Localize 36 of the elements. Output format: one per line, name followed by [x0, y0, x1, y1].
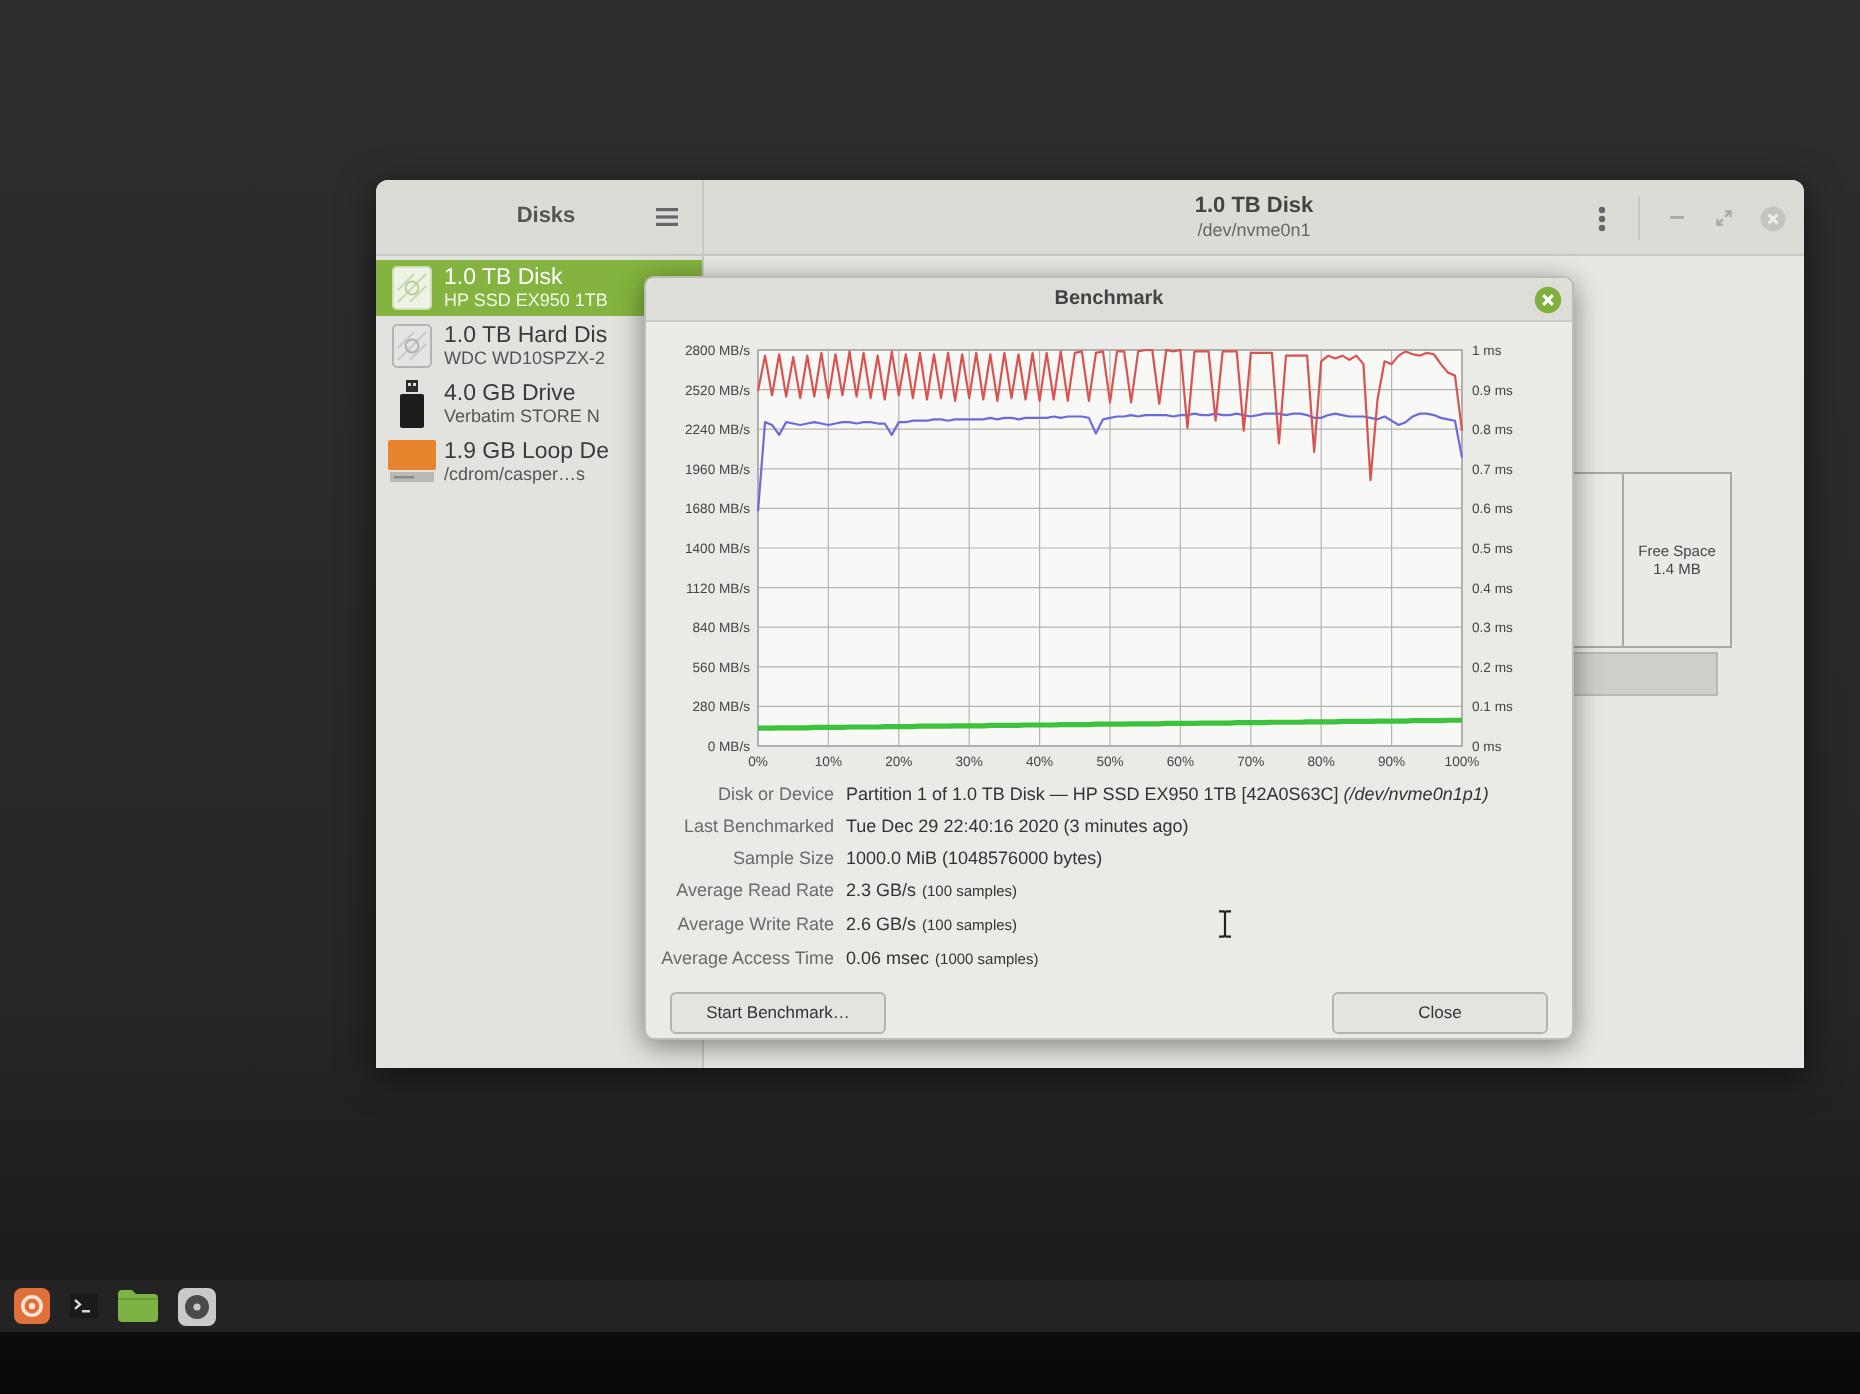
start-benchmark-button[interactable]: Start Benchmark… [670, 992, 886, 1034]
close-icon[interactable] [1534, 285, 1562, 313]
menu-icon[interactable] [14, 1288, 50, 1324]
window-title: 1.0 TB Disk [1194, 194, 1314, 221]
field-value: 2.3 GB/s [846, 880, 917, 900]
disk-name: 1.0 TB Hard Dis [444, 323, 608, 349]
drive-icon [392, 324, 432, 368]
field-value: Tue Dec 29 22:40:16 2020 (3 minutes ago) [846, 816, 1189, 836]
field-value: 1000.0 MiB (1048576000 bytes) [846, 848, 1103, 868]
dialog-title: Benchmark [1052, 286, 1166, 314]
field-label: Sample Size [730, 846, 834, 872]
field-value: 0.06 msec [846, 948, 930, 968]
app-title: Disks [514, 202, 578, 233]
disk-model: WDC WD10SPZX-2 [444, 348, 608, 369]
disk-model: HP SSD EX950 1TB [444, 290, 608, 311]
disk-name: 1.0 TB Disk [444, 265, 565, 291]
text-cursor-icon [1218, 910, 1232, 938]
disk-image-icon [388, 440, 436, 484]
field-label: Average Access Time [659, 946, 834, 972]
terminal-icon[interactable] [70, 1294, 98, 1318]
close-button[interactable]: Close [1332, 992, 1548, 1034]
field-label: Average Read Rate [674, 878, 834, 904]
disk-name: 1.9 GB Loop De [444, 439, 609, 465]
disk-name: 4.0 GB Drive [444, 381, 578, 407]
field-label: Disk or Device [715, 782, 834, 808]
field-label: Average Write Rate [675, 912, 834, 938]
more-icon[interactable] [1598, 205, 1606, 231]
disk-model: Verbatim STORE N [444, 406, 600, 427]
field-label: Last Benchmarked [681, 814, 834, 840]
folder-icon[interactable] [118, 1290, 158, 1322]
window-subtitle: /dev/nvme0n1 [1195, 220, 1313, 242]
field-value: Partition 1 of 1.0 TB Disk — HP SSD EX950 1TB [42A0S63C] (/dev/nvme0n1p1) [846, 784, 1489, 804]
disk-model: /cdrom/casper…s [444, 464, 588, 485]
drive-icon [392, 266, 432, 310]
usb-drive-icon [400, 380, 424, 428]
field-value: 2.6 GB/s [846, 914, 917, 934]
